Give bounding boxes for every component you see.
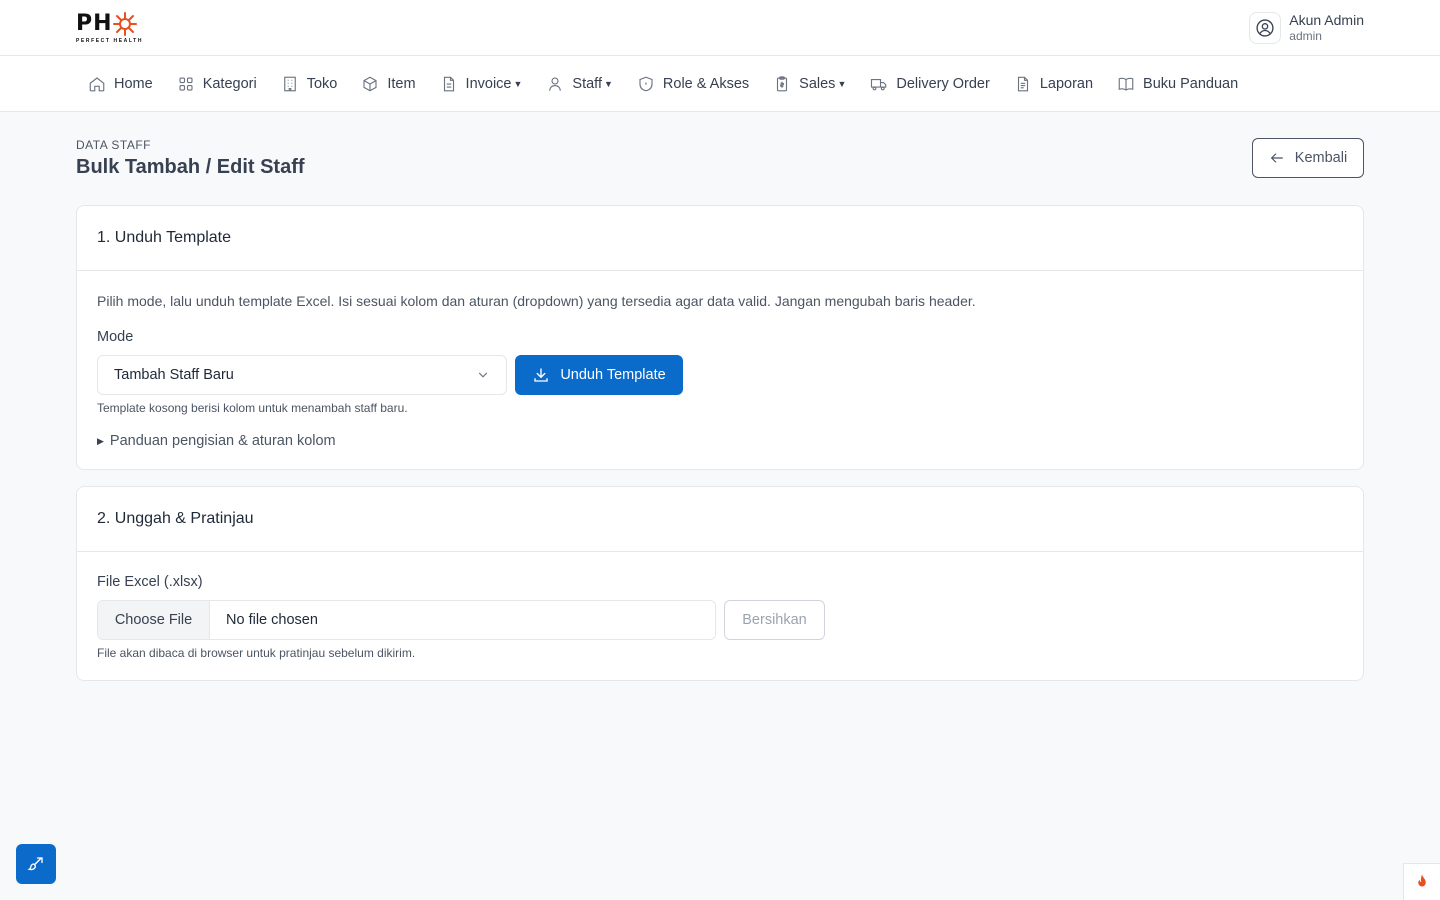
nav-item-home[interactable]: Home <box>76 56 165 112</box>
choose-file-button[interactable]: Choose File <box>98 601 210 639</box>
nav-label: Home <box>114 75 153 92</box>
nav-item-buku-panduan[interactable]: Buku Panduan <box>1105 56 1250 112</box>
nav-label: Buku Panduan <box>1143 75 1239 92</box>
brush-icon <box>27 857 43 871</box>
truck-icon <box>871 78 887 90</box>
nav-label: Role & Akses <box>662 75 750 92</box>
home-icon <box>89 76 105 91</box>
file-hint: File akan dibaca di browser untuk pratin… <box>97 646 416 660</box>
download-template-button[interactable]: Unduh Template <box>515 355 683 395</box>
clear-button[interactable]: Bersihkan <box>724 600 825 640</box>
template-card-title: 1. Unduh Template <box>77 206 1363 271</box>
chevron-down-icon: ▼ <box>513 78 523 89</box>
account-role: admin <box>1289 29 1322 43</box>
avatar[interactable] <box>1249 11 1282 44</box>
mode-label: Mode <box>97 329 134 345</box>
nav-label: Sales <box>799 75 836 92</box>
file-label: File Excel (.xlsx) <box>97 574 203 590</box>
guide-toggle[interactable]: ▶ Panduan pengisian & aturan kolom <box>97 433 1343 449</box>
nav-label: Toko <box>306 75 338 92</box>
back-button-label: Kembali <box>1294 150 1348 166</box>
flame-widget[interactable] <box>1403 863 1440 900</box>
nav-item-sales[interactable]: Sales ▼ <box>761 56 858 112</box>
download-icon <box>534 368 549 382</box>
nav-item-toko[interactable]: Toko <box>269 56 350 112</box>
mode-hint: Template kosong berisi kolom untuk menam… <box>97 401 408 415</box>
main-nav: Home Kategori Toko Item Invoice ▼ Staff … <box>0 56 1440 112</box>
template-description: Pilih mode, lalu unduh template Excel. I… <box>97 293 976 309</box>
nav-item-kategori[interactable]: Kategori <box>165 56 269 112</box>
back-button[interactable]: Kembali <box>1252 138 1364 178</box>
building-icon <box>283 76 296 91</box>
nav-item-delivery-order[interactable]: Delivery Order <box>858 56 1001 112</box>
nav-label: Item <box>387 75 416 92</box>
guide-toggle-label: Panduan pengisian & aturan kolom <box>109 433 336 449</box>
nav-item-invoice[interactable]: Invoice ▼ <box>428 56 535 112</box>
file-input[interactable]: Choose File No file chosen <box>97 600 716 640</box>
mode-select-value: Tambah Staff Baru <box>114 367 234 383</box>
brand-logo[interactable]: PH PERFECT HEALTH <box>76 10 144 44</box>
upload-card: 2. Unggah & Pratinjau File Excel (.xlsx)… <box>76 486 1364 681</box>
report-icon <box>1017 76 1028 91</box>
logo-tagline: PERFECT HEALTH <box>76 37 144 44</box>
box-icon <box>363 76 377 91</box>
nav-label: Invoice <box>465 75 512 92</box>
upload-card-title: 2. Unggah & Pratinjau <box>77 487 1363 552</box>
shield-icon <box>639 76 653 91</box>
nav-item-item[interactable]: Item <box>349 56 427 112</box>
top-bar: PH PERFECT HEALTH Akun Admin admin <box>0 0 1440 56</box>
logo-mark-icon <box>112 11 137 36</box>
arrow-left-icon <box>1270 153 1283 163</box>
account-menu[interactable]: Akun Admin admin <box>1249 11 1364 44</box>
theme-brush-button[interactable] <box>16 844 56 884</box>
flame-icon <box>1418 874 1426 887</box>
chevron-down-icon <box>478 372 488 378</box>
user-icon <box>549 76 562 91</box>
breadcrumb: DATA STAFF <box>76 138 152 152</box>
nav-item-staff[interactable]: Staff ▼ <box>534 56 624 112</box>
nav-label: Kategori <box>202 75 257 92</box>
nav-label: Delivery Order <box>896 75 990 92</box>
nav-label: Laporan <box>1039 75 1094 92</box>
page-header: DATA STAFF Bulk Tambah / Edit Staff Kemb… <box>0 138 1440 179</box>
chevron-down-icon: ▼ <box>837 78 847 89</box>
page-title: Bulk Tambah / Edit Staff <box>76 156 305 178</box>
nav-item-role-akses[interactable]: Role & Akses <box>625 56 761 112</box>
account-name: Akun Admin <box>1289 12 1364 28</box>
book-icon <box>1118 77 1134 91</box>
clipboard-icon <box>777 75 788 91</box>
grid-icon <box>179 76 193 91</box>
download-template-label: Unduh Template <box>560 367 666 383</box>
document-icon <box>443 76 454 91</box>
triangle-right-icon: ▶ <box>97 435 104 446</box>
template-card: 1. Unduh Template Pilih mode, lalu unduh… <box>76 205 1364 470</box>
mode-select[interactable]: Tambah Staff Baru <box>97 355 507 395</box>
nav-item-laporan[interactable]: Laporan <box>1002 56 1105 112</box>
user-circle-icon <box>1256 18 1274 37</box>
file-status: No file chosen <box>226 612 318 628</box>
chevron-down-icon: ▼ <box>603 78 613 89</box>
logo-text: PH <box>76 10 113 36</box>
nav-label: Staff <box>572 75 602 92</box>
